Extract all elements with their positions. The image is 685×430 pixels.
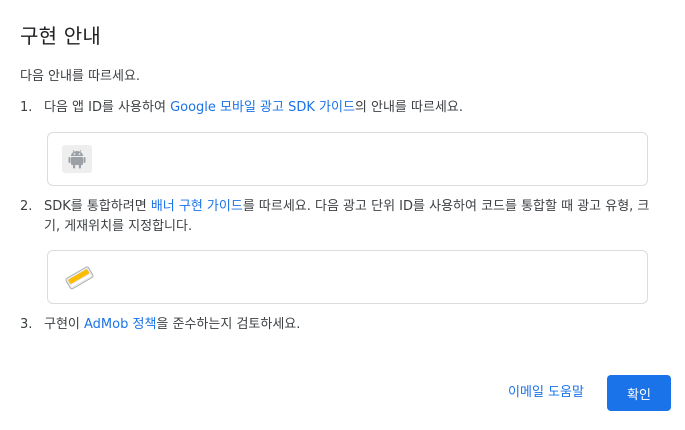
confirm-button[interactable]: 확인 [607, 375, 671, 411]
step-number: 3. [20, 317, 33, 332]
step-text-before: 다음 앱 ID를 사용하여 [44, 100, 171, 115]
ad-unit-id-box[interactable] [47, 250, 648, 304]
email-help-link[interactable]: 이메일 도움말 [496, 380, 596, 406]
sdk-guide-link[interactable]: Google 모바일 광고 SDK 가이드 [170, 100, 355, 115]
android-icon [62, 145, 92, 173]
app-id-box[interactable] [47, 132, 648, 186]
banner-guide-link[interactable]: 배너 구현 가이드 [151, 199, 243, 214]
dialog-title: 구현 안내 [20, 24, 101, 48]
step-text: SDK를 통합하려면 배너 구현 가이드를 따르세요. 다음 광고 단위 ID를… [44, 197, 660, 237]
step-text-after: 의 안내를 따르세요. [354, 100, 463, 115]
ad-unit-icon [62, 263, 94, 291]
step-text-before: 구현이 [44, 317, 85, 332]
step-text: 다음 앱 ID를 사용하여 Google 모바일 광고 SDK 가이드의 안내를… [44, 98, 660, 118]
admob-policy-link[interactable]: AdMob 정책 [84, 317, 156, 332]
step-number: 2. [20, 199, 33, 214]
step-number: 1. [20, 100, 33, 115]
step-2: 2. SDK를 통합하려면 배너 구현 가이드를 따르세요. 다음 광고 단위 … [20, 197, 660, 241]
step-text: 구현이 AdMob 정책을 준수하는지 검토하세요. [44, 315, 660, 335]
step-text-after: 을 준수하는지 검토하세요. [156, 317, 301, 332]
step-text-before: SDK를 통합하려면 [44, 199, 151, 214]
dialog-intro: 다음 안내를 따르세요. [20, 69, 141, 84]
